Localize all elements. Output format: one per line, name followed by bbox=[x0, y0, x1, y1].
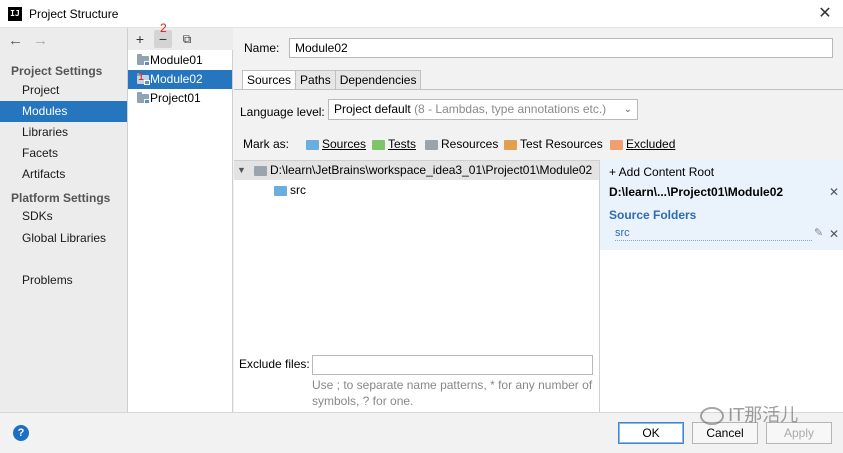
tab-dependencies[interactable]: Dependencies bbox=[334, 70, 422, 90]
excluded-folder-icon bbox=[610, 140, 623, 150]
language-level-value: Project default bbox=[334, 102, 411, 116]
add-content-root-button[interactable]: + Add Content Root bbox=[609, 165, 714, 179]
tests-folder-icon bbox=[372, 140, 385, 150]
source-folder-icon bbox=[274, 186, 287, 196]
exclude-files-input[interactable] bbox=[312, 355, 593, 375]
intellij-icon: IJ bbox=[8, 7, 22, 21]
source-folders-heading: Source Folders bbox=[609, 208, 697, 222]
tree-row-src[interactable]: src bbox=[234, 181, 599, 200]
window-title: Project Structure bbox=[29, 7, 119, 21]
annotation-2: 2 bbox=[160, 21, 167, 35]
sidebar-item-facets[interactable]: Facets bbox=[0, 143, 127, 164]
module-label: Project01 bbox=[150, 91, 201, 105]
platform-settings-heading: Platform Settings bbox=[11, 191, 111, 205]
chevron-down-icon[interactable]: ▼ bbox=[237, 161, 246, 180]
remove-content-root-icon[interactable]: ✕ bbox=[829, 185, 839, 199]
tree-root-path: D:\learn\JetBrains\workspace_idea3_01\Pr… bbox=[270, 163, 593, 177]
annotation-1: 1 bbox=[138, 71, 145, 83]
mark-sources-label: Sources bbox=[322, 137, 367, 151]
mark-as-label: Mark as: bbox=[243, 137, 290, 151]
sources-tab-body: Language level: Project default (8 - Lam… bbox=[234, 90, 843, 416]
edit-pencil-icon[interactable]: ✎ bbox=[814, 226, 823, 239]
sidebar-item-artifacts[interactable]: Artifacts bbox=[0, 164, 127, 185]
mark-resources-button[interactable]: Resources bbox=[425, 137, 498, 153]
module-tabs: Sources Paths Dependencies bbox=[242, 70, 422, 90]
back-arrow-icon[interactable]: ← bbox=[8, 32, 23, 49]
mark-test-resources-button[interactable]: Test Resources bbox=[504, 137, 603, 153]
copy-icon[interactable]: ⧉ bbox=[178, 30, 196, 48]
exclude-files-hint: Use ; to separate name patterns, * for a… bbox=[312, 378, 593, 408]
sidebar-item-problems[interactable]: Problems bbox=[0, 270, 127, 291]
folder-icon bbox=[254, 166, 267, 176]
chevron-down-icon: ⌄ bbox=[623, 104, 632, 115]
mark-tests-button[interactable]: Tests bbox=[372, 137, 416, 153]
module-label: Module02 bbox=[150, 72, 203, 86]
sources-folder-icon bbox=[306, 140, 319, 150]
content-root-path: D:\learn\...\Project01\Module02 bbox=[609, 185, 784, 199]
mark-excluded-label: Excluded bbox=[626, 137, 676, 151]
close-icon[interactable]: ✕ bbox=[815, 4, 835, 24]
modules-panel: + − ⧉ 2 Module01 Module02 1 Project01 bbox=[128, 21, 233, 412]
mark-tests-label: Tests bbox=[388, 137, 417, 151]
settings-sidebar: ← → Project Settings Project Modules Libr… bbox=[0, 28, 128, 412]
mark-resources-label: Resources bbox=[441, 137, 499, 151]
remove-source-folder-icon[interactable]: ✕ bbox=[829, 227, 839, 241]
sidebar-item-project[interactable]: Project bbox=[0, 80, 127, 101]
title-bar: IJ Project Structure ✕ bbox=[0, 0, 843, 28]
add-icon[interactable]: + bbox=[131, 30, 149, 48]
tab-paths[interactable]: Paths bbox=[295, 70, 335, 90]
watermark-text: IT那活儿 bbox=[728, 405, 799, 426]
sidebar-item-libraries[interactable]: Libraries bbox=[0, 122, 127, 143]
module-item-module01[interactable]: Module01 bbox=[128, 51, 232, 70]
module-folder-icon bbox=[137, 54, 150, 66]
content-root-card: + Add Content Root D:\learn\...\Project0… bbox=[600, 160, 843, 250]
exclude-files-label: Exclude files: bbox=[239, 357, 310, 371]
watermark: IT那活儿 bbox=[700, 401, 798, 427]
sidebar-item-sdks[interactable]: SDKs bbox=[0, 206, 127, 227]
language-level-hint: (8 - Lambdas, type annotations etc.) bbox=[414, 102, 607, 116]
forward-arrow-icon[interactable]: → bbox=[33, 32, 48, 49]
tree-src-label: src bbox=[290, 183, 306, 197]
language-level-select[interactable]: Project default (8 - Lambdas, type annot… bbox=[328, 99, 638, 120]
mark-sources-button[interactable]: Sources bbox=[306, 137, 366, 153]
ok-button[interactable]: OK bbox=[618, 422, 684, 444]
modules-toolbar: + − ⧉ bbox=[128, 28, 233, 50]
mark-excluded-button[interactable]: Excluded bbox=[610, 137, 675, 153]
test-resources-folder-icon bbox=[504, 140, 517, 150]
sidebar-item-modules[interactable]: Modules bbox=[0, 101, 127, 122]
resources-folder-icon bbox=[425, 140, 438, 150]
help-icon[interactable]: ? bbox=[13, 425, 29, 441]
wechat-icon bbox=[700, 407, 724, 425]
tree-row-root[interactable]: ▼ D:\learn\JetBrains\workspace_idea3_01\… bbox=[234, 161, 599, 180]
language-level-label: Language level: bbox=[240, 105, 325, 119]
history-nav: ← → bbox=[8, 32, 58, 49]
tab-sources[interactable]: Sources bbox=[242, 70, 296, 90]
name-label: Name: bbox=[244, 41, 280, 55]
module-label: Module01 bbox=[150, 53, 203, 67]
source-folder-entry: src bbox=[615, 227, 812, 241]
mark-test-resources-label: Test Resources bbox=[520, 137, 603, 151]
project-settings-heading: Project Settings bbox=[11, 64, 103, 78]
module-settings: Name: Module02 Sources Paths Dependencie… bbox=[234, 28, 843, 416]
module-name-input[interactable]: Module02 bbox=[289, 38, 833, 58]
module-folder-icon bbox=[137, 92, 150, 104]
sidebar-item-global-libraries[interactable]: Global Libraries bbox=[0, 228, 127, 249]
module-item-project01[interactable]: Project01 bbox=[128, 89, 232, 108]
content-roots-panel: + Add Content Root D:\learn\...\Project0… bbox=[600, 160, 843, 416]
